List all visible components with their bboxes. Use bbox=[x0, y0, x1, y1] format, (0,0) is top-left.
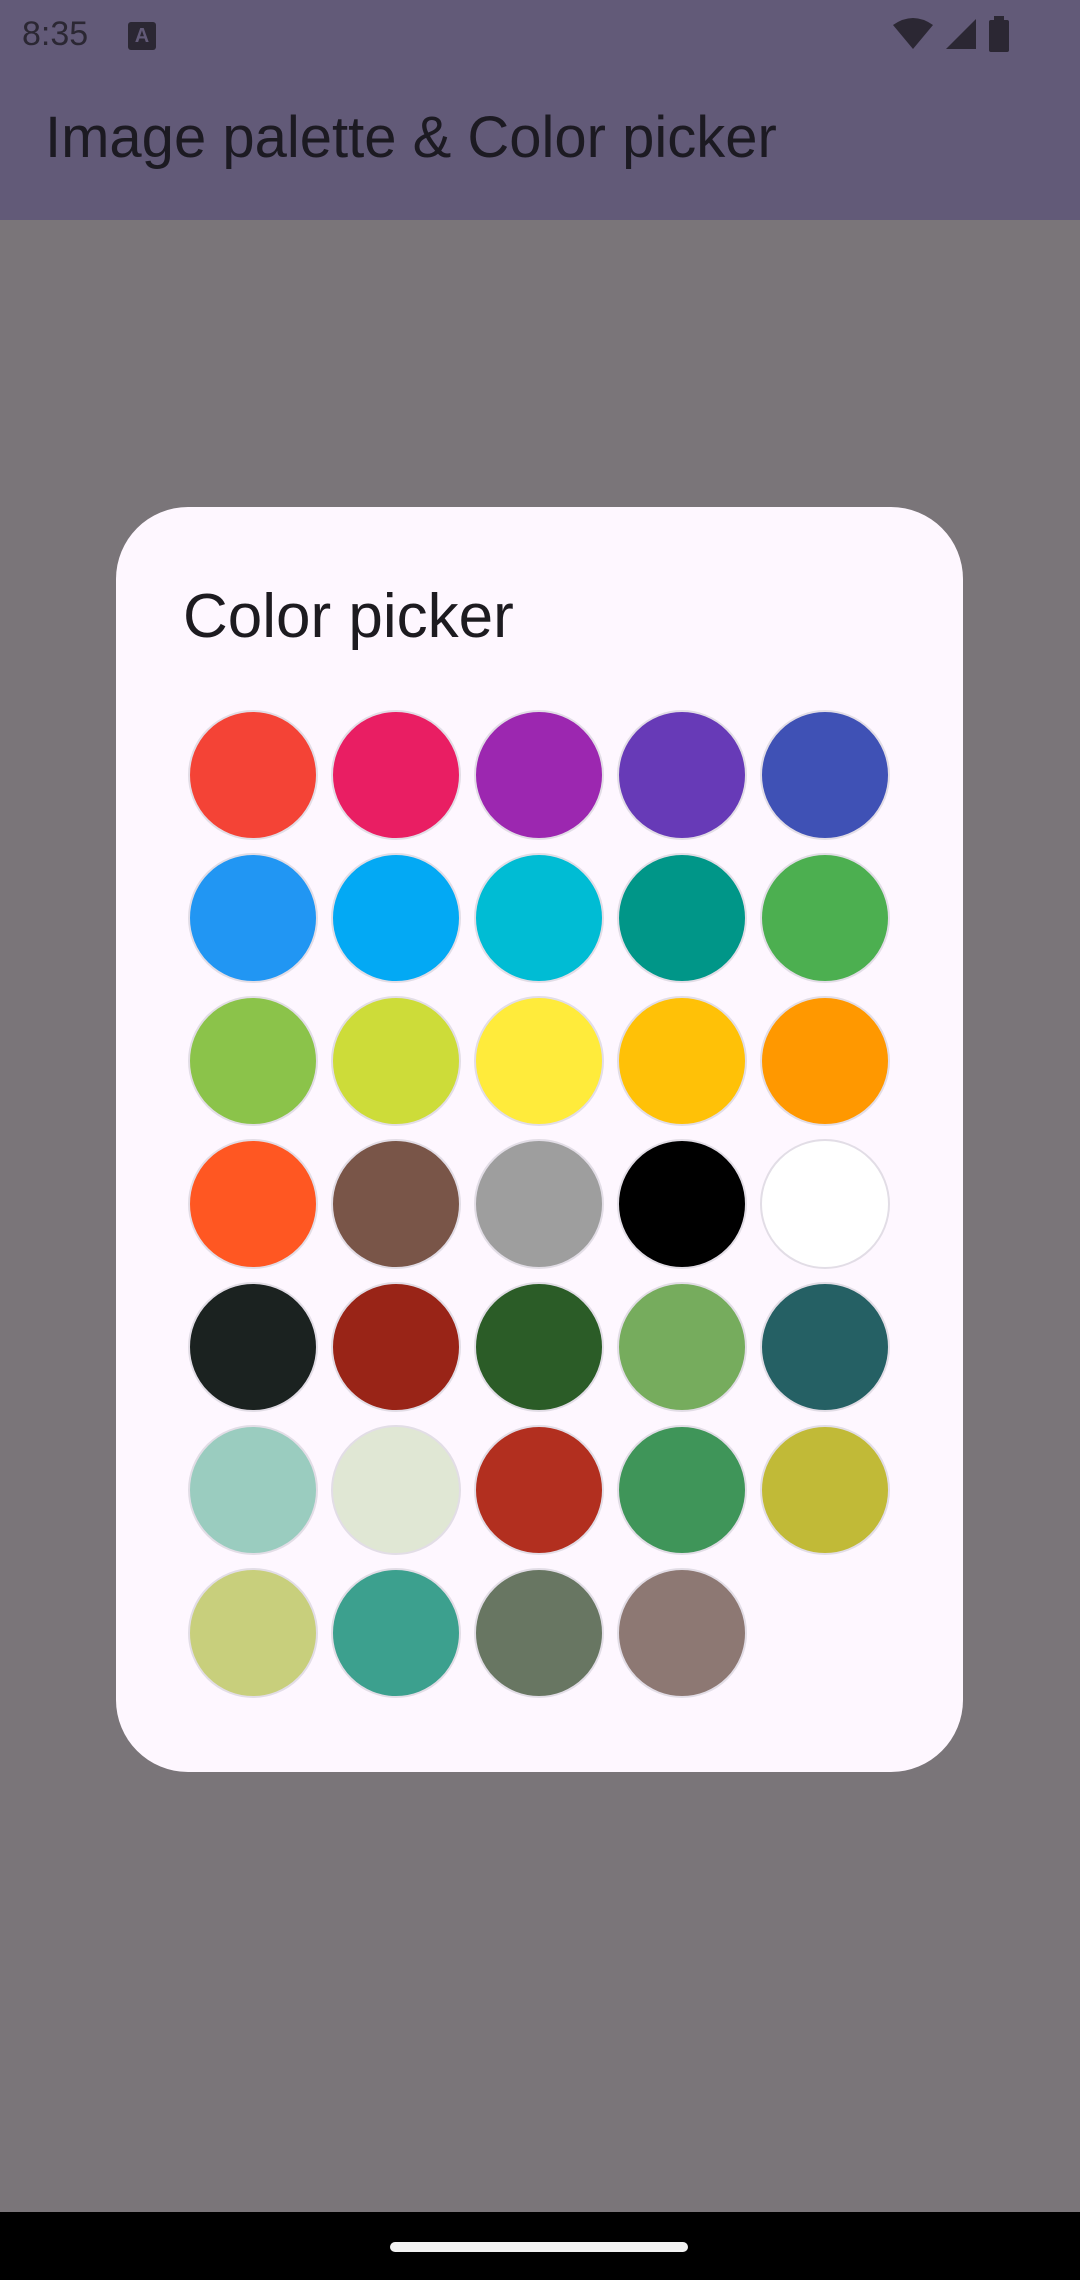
color-swatch[interactable] bbox=[188, 853, 318, 983]
cellular-icon bbox=[946, 19, 976, 49]
color-swatch[interactable] bbox=[331, 996, 461, 1126]
navigation-bar bbox=[0, 2212, 1080, 2280]
wifi-icon bbox=[893, 18, 933, 49]
color-swatch[interactable] bbox=[617, 1139, 747, 1269]
color-swatch[interactable] bbox=[760, 710, 890, 840]
color-swatch[interactable] bbox=[617, 853, 747, 983]
color-swatch[interactable] bbox=[188, 1425, 318, 1555]
color-swatch[interactable] bbox=[617, 1282, 747, 1412]
color-picker-dialog: Color picker bbox=[116, 507, 963, 1772]
color-swatch[interactable] bbox=[474, 1568, 604, 1698]
color-swatch[interactable] bbox=[188, 1282, 318, 1412]
color-swatch-grid bbox=[188, 710, 903, 1710]
color-swatch[interactable] bbox=[331, 853, 461, 983]
color-swatch[interactable] bbox=[760, 1425, 890, 1555]
status-icons bbox=[892, 16, 1010, 52]
page-title: Image palette & Color picker bbox=[45, 105, 777, 170]
home-gesture-handle[interactable] bbox=[390, 2242, 688, 2252]
color-swatch[interactable] bbox=[617, 996, 747, 1126]
color-swatch[interactable] bbox=[474, 1282, 604, 1412]
color-swatch[interactable] bbox=[760, 1139, 890, 1269]
a-notification-icon: A bbox=[128, 22, 156, 50]
status-bar: 8:35 A bbox=[0, 0, 1080, 68]
color-swatch[interactable] bbox=[760, 1282, 890, 1412]
color-swatch[interactable] bbox=[474, 1139, 604, 1269]
color-swatch[interactable] bbox=[760, 853, 890, 983]
status-time: 8:35 bbox=[22, 15, 89, 53]
color-swatch[interactable] bbox=[474, 710, 604, 840]
battery-icon bbox=[989, 16, 1009, 52]
color-swatch[interactable] bbox=[188, 710, 318, 840]
color-swatch[interactable] bbox=[331, 1425, 461, 1555]
color-swatch[interactable] bbox=[331, 1568, 461, 1698]
color-swatch[interactable] bbox=[331, 1282, 461, 1412]
color-swatch[interactable] bbox=[617, 710, 747, 840]
color-swatch[interactable] bbox=[474, 853, 604, 983]
color-swatch[interactable] bbox=[331, 710, 461, 840]
app-bar: Image palette & Color picker bbox=[0, 68, 1080, 220]
color-swatch[interactable] bbox=[760, 996, 890, 1126]
color-swatch[interactable] bbox=[617, 1568, 747, 1698]
color-swatch[interactable] bbox=[188, 996, 318, 1126]
color-swatch[interactable] bbox=[474, 1425, 604, 1555]
color-swatch[interactable] bbox=[617, 1425, 747, 1555]
color-swatch[interactable] bbox=[188, 1139, 318, 1269]
color-swatch[interactable] bbox=[474, 996, 604, 1126]
color-swatch[interactable] bbox=[331, 1139, 461, 1269]
dialog-title: Color picker bbox=[183, 582, 514, 651]
color-swatch[interactable] bbox=[188, 1568, 318, 1698]
